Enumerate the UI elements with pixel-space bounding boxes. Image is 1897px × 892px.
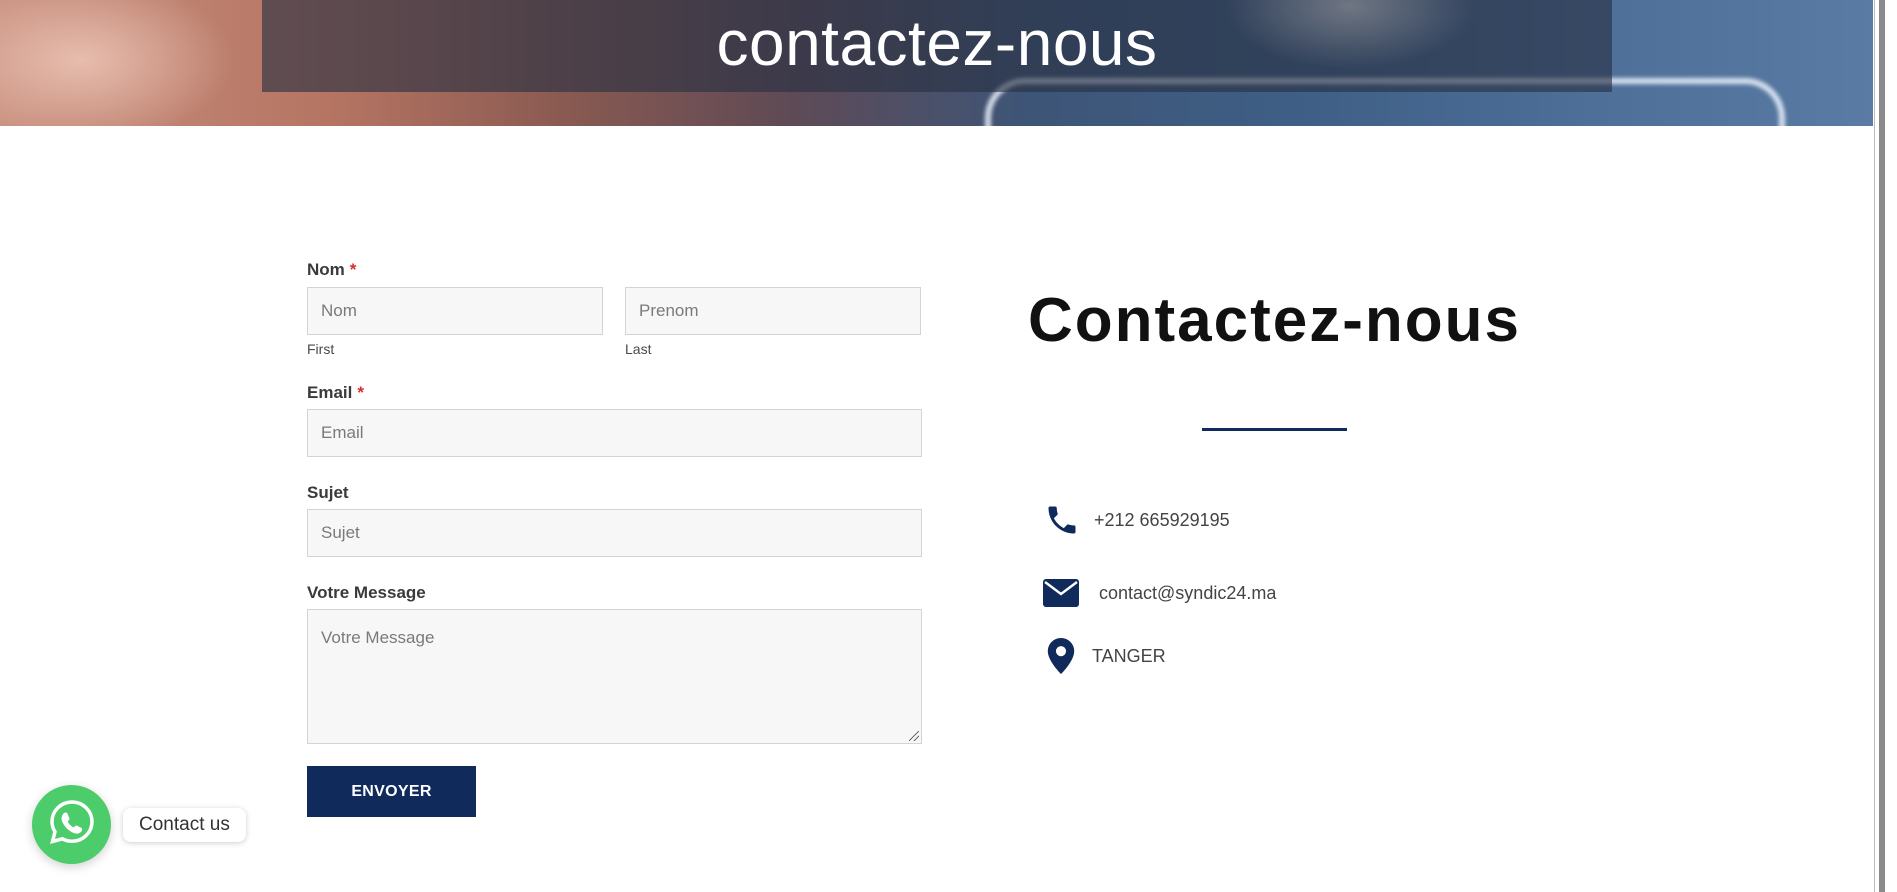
- name-row: Nom First Prenom Last: [307, 287, 922, 357]
- whatsapp-widget[interactable]: Contact us: [32, 785, 246, 864]
- contact-form: Nom * Nom First Prenom Last Email * Emai…: [307, 260, 922, 817]
- last-name-group: Prenom Last: [625, 287, 921, 357]
- phone-icon: [1044, 502, 1080, 538]
- whatsapp-label[interactable]: Contact us: [123, 807, 246, 842]
- name-label: Nom *: [307, 260, 922, 280]
- contact-info: Contactez-nous +212 665929195 contact@sy…: [1028, 286, 1528, 674]
- message-label: Votre Message: [307, 583, 922, 603]
- last-name-sublabel: Last: [625, 341, 652, 357]
- email-item: contact@syndic24.ma: [1043, 579, 1276, 607]
- last-name-input[interactable]: Prenom: [625, 287, 921, 335]
- email-input[interactable]: Email: [307, 409, 922, 457]
- location-text: TANGER: [1092, 645, 1166, 666]
- first-name-group: Nom First: [307, 287, 603, 357]
- resize-handle[interactable]: [909, 731, 919, 741]
- email-address[interactable]: contact@syndic24.ma: [1099, 583, 1276, 604]
- contact-title: Contactez-nous: [1028, 286, 1521, 355]
- subject-label: Sujet: [307, 483, 922, 503]
- message-textarea[interactable]: Votre Message: [307, 609, 922, 744]
- hero-title-band: contactez-nous: [262, 0, 1612, 92]
- subject-label-text: Sujet: [307, 483, 349, 502]
- hero-banner: contactez-nous: [0, 0, 1873, 126]
- location-item: TANGER: [1046, 638, 1166, 674]
- scrollbar-thumb[interactable]: [1879, 0, 1885, 892]
- email-label-text: Email: [307, 383, 353, 402]
- whatsapp-icon: [47, 797, 97, 852]
- message-placeholder: Votre Message: [321, 628, 435, 647]
- scrollbar[interactable]: [1874, 0, 1897, 892]
- required-mark: *: [349, 260, 357, 279]
- first-name-input[interactable]: Nom: [307, 287, 603, 335]
- map-pin-icon: [1046, 638, 1076, 674]
- first-name-sublabel: First: [307, 341, 335, 357]
- title-divider: [1202, 428, 1347, 431]
- hero-title: contactez-nous: [716, 7, 1158, 79]
- message-label-text: Votre Message: [307, 583, 426, 602]
- envelope-icon: [1043, 579, 1079, 607]
- name-label-text: Nom: [307, 260, 345, 279]
- phone-number: +212 665929195: [1094, 509, 1230, 530]
- whatsapp-button[interactable]: [32, 785, 111, 864]
- email-label: Email *: [307, 383, 922, 403]
- required-mark: *: [357, 383, 364, 402]
- phone-item: +212 665929195: [1044, 502, 1230, 538]
- subject-input[interactable]: Sujet: [307, 509, 922, 557]
- submit-button[interactable]: ENVOYER: [307, 766, 476, 817]
